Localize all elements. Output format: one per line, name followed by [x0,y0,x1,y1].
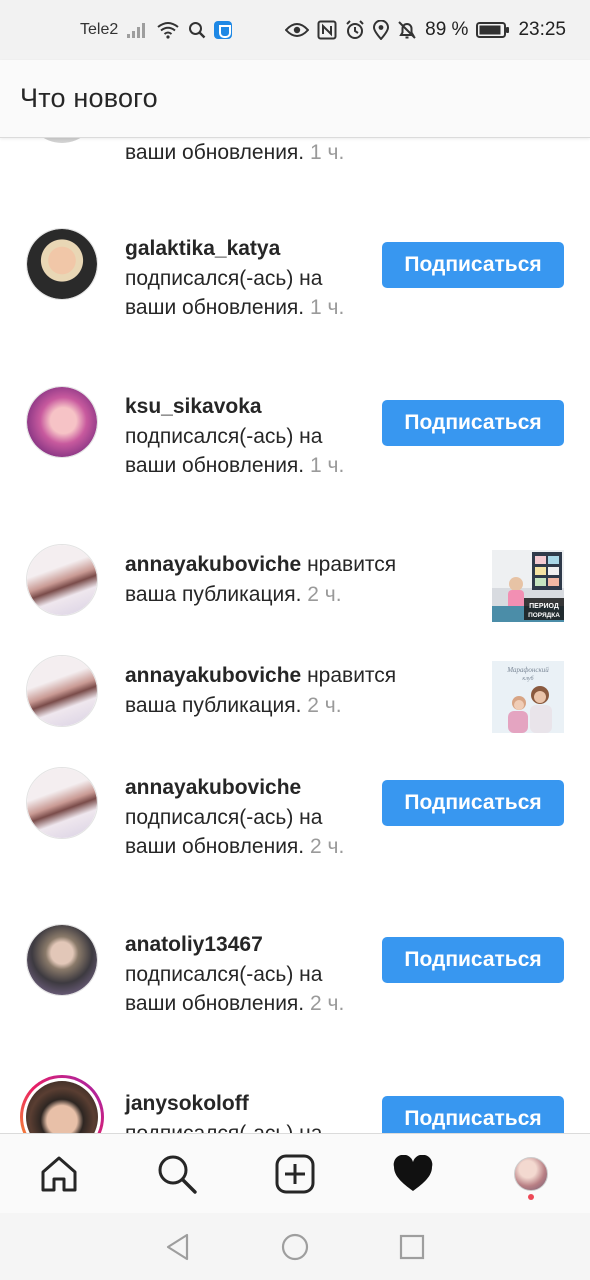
username[interactable]: galaktika_katya [125,237,280,260]
svg-text:ПОРЯДКА: ПОРЯДКА [528,612,560,619]
clock: 23:25 [518,19,566,40]
avatar[interactable] [26,386,98,458]
activity-text: annayakuboviche подписался(-ась) на ваши… [125,773,365,862]
activity-text: janysokoloff подписался(-ась) на [125,1089,365,1133]
battery-percent: 89 % [425,19,469,40]
follow-button[interactable]: Подписаться [382,400,564,446]
svg-text:клуб: клуб [522,675,534,682]
activity-action: подписался(-ась) на ваши обновления. [125,266,323,320]
activity-text: ваши обновления. 1 ч. [125,138,355,168]
avatar[interactable] [26,228,98,300]
alarm-icon [345,20,365,40]
carrier-label: Tele2 [80,21,119,38]
activity-text: annayakuboviche нравится ваша публикация… [125,661,425,720]
activity-text: annayakuboviche нравится ваша публикация… [125,550,425,609]
nfc-icon [317,20,337,40]
activity-action: подписался(-ась) на [125,1121,323,1134]
username[interactable]: annayakuboviche [125,664,301,687]
avatar-story-ring[interactable] [20,1075,104,1133]
follow-button[interactable]: Подписаться [382,937,564,983]
signal-icon [126,21,148,39]
bell-off-icon [397,20,417,40]
system-nav-bar [0,1213,590,1280]
follow-button[interactable]: Подписаться [382,1096,564,1133]
activity-time: 1 ч. [309,296,345,319]
battery-icon [476,21,510,39]
location-icon [373,20,390,40]
activity-action: подписался(-ась) на ваши обновления. [125,805,323,859]
username[interactable]: janysokoloff [125,1092,249,1115]
nav-home[interactable] [29,1144,89,1204]
nav-activity[interactable] [383,1144,443,1204]
back-icon[interactable] [165,1233,191,1261]
avatar[interactable] [26,924,98,996]
username[interactable]: annayakuboviche [125,776,301,799]
nav-search[interactable] [147,1144,207,1204]
activity-text: galaktika_katya подписался(-ась) на ваши… [125,234,365,323]
search-icon [158,1155,197,1194]
activity-time: 2 ч. [307,693,342,717]
eye-icon [285,22,310,38]
username[interactable]: annayakuboviche [125,553,301,576]
activity-time: 2 ч. [309,992,345,1015]
activity-time: 2 ч. [309,835,345,858]
notification-dot [528,1193,534,1200]
activity-action: ваши обновления. [125,141,305,164]
follow-button[interactable]: Подписаться [382,780,564,826]
follow-button[interactable]: Подписаться [382,242,564,288]
recents-icon[interactable] [399,1234,425,1260]
username[interactable]: anatoliy13467 [125,933,263,956]
wifi-icon [156,21,180,39]
home-circle-icon[interactable] [281,1233,309,1261]
activity-time: 2 ч. [307,582,342,606]
avatar[interactable] [26,767,98,839]
shield-icon [214,21,233,39]
activity-time: 1 ч. [309,141,345,164]
activity-action: подписался(-ась) на ваши обновления. [125,424,323,478]
heart-icon [393,1154,433,1191]
activity-text: anatoliy13467 подписался(-ась) на ваши о… [125,930,365,1019]
page-title: Что нового [20,83,158,113]
svg-text:ПЕРИОД: ПЕРИОД [529,603,559,610]
status-bar: Tele2 89 % 23:25 [0,0,590,60]
post-thumbnail[interactable]: ПЕРИОД ПОРЯДКА [492,550,564,622]
profile-avatar [514,1156,548,1191]
nav-new-post[interactable] [265,1144,325,1204]
nav-profile[interactable] [501,1144,561,1204]
activity-text: ksu_sikavoka подписался(-ась) на ваши об… [125,392,365,481]
post-thumbnail[interactable]: Марафонский клуб [492,661,564,733]
activity-action: подписался(-ась) на ваши обновления. [125,962,323,1016]
svg-text:Марафонский: Марафонский [506,666,549,674]
home-icon [41,1156,77,1191]
avatar[interactable] [26,655,98,727]
search-status-icon [188,21,206,39]
avatar[interactable] [26,138,98,143]
username[interactable]: ksu_sikavoka [125,395,262,418]
add-post-icon [275,1154,315,1193]
app-header: Что нового [0,60,590,138]
activity-feed[interactable]: ваши обновления. 1 ч. galaktika_katya по… [0,138,590,1133]
bottom-nav [0,1133,590,1213]
activity-time: 1 ч. [309,454,345,477]
avatar[interactable] [26,544,98,616]
